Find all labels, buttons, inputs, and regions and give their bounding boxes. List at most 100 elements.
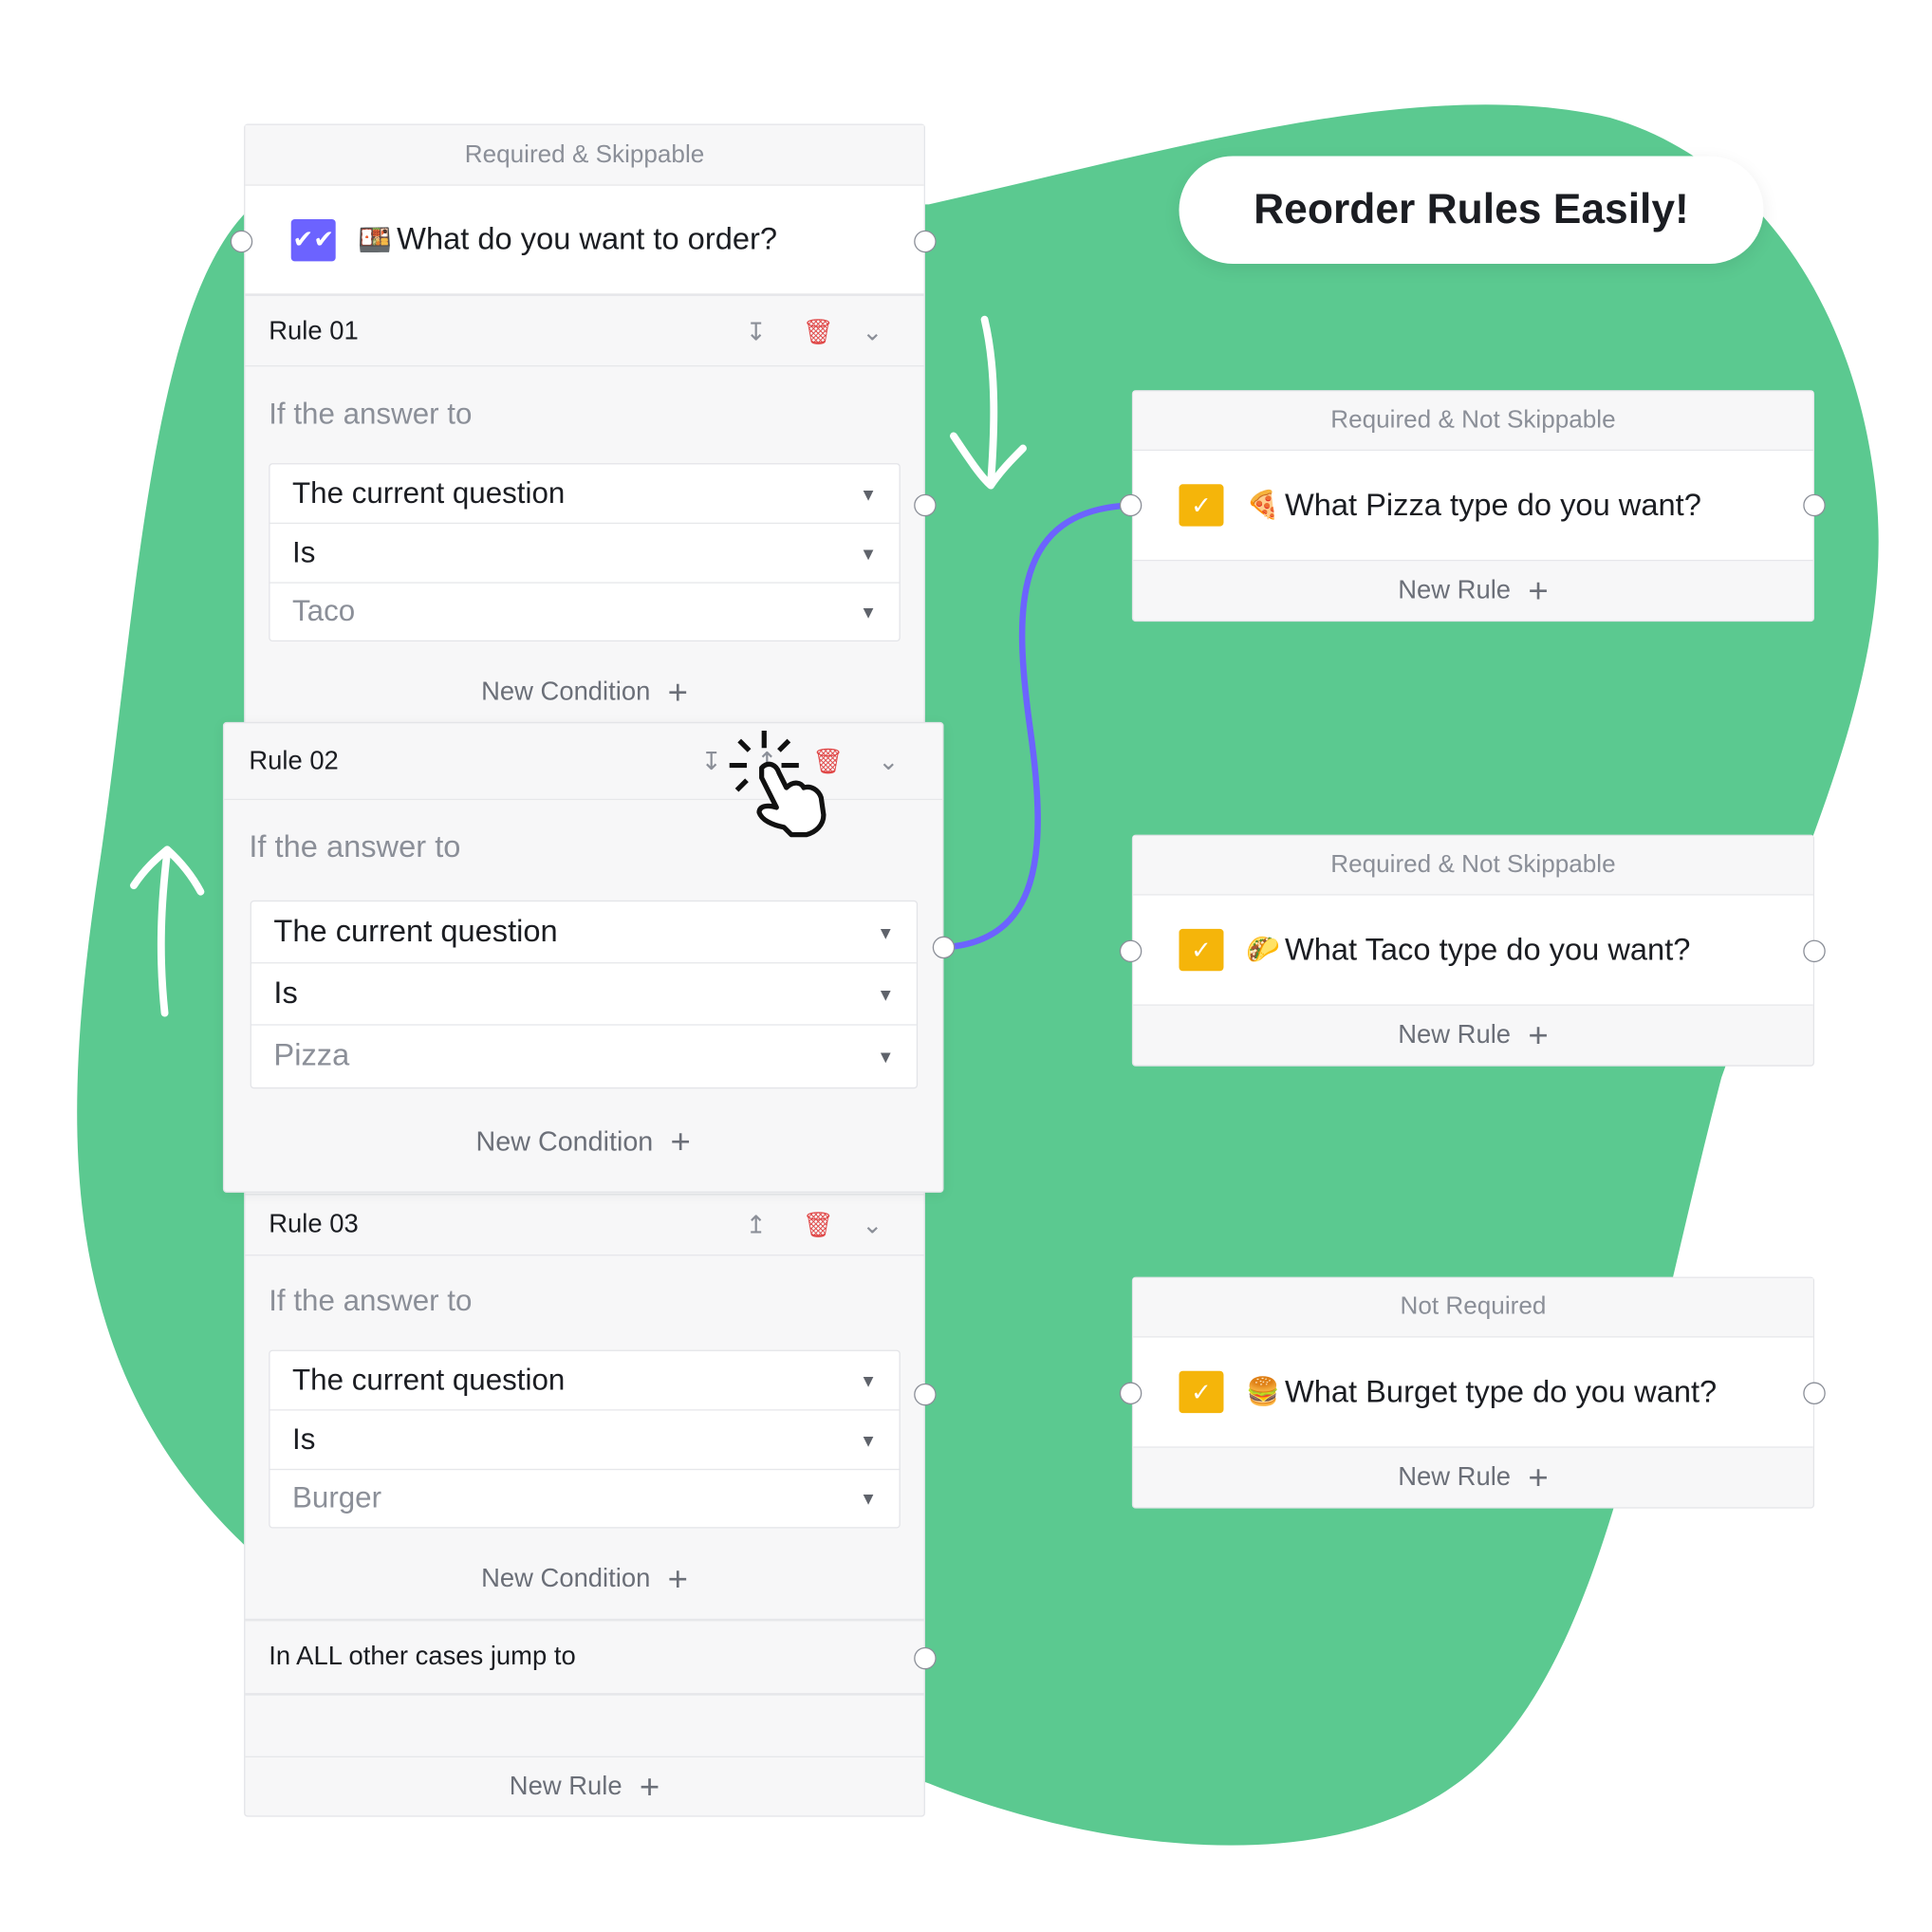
select-value: The current question	[273, 914, 558, 949]
question-select[interactable]: The current question ▼	[251, 901, 917, 964]
value-select[interactable]: Taco ▼	[270, 584, 900, 641]
select-value: Is	[292, 1421, 316, 1457]
operator-select[interactable]: Is ▼	[251, 963, 917, 1026]
delete-icon[interactable]: 🗑	[803, 1209, 834, 1240]
question-text: What Taco type do you want?	[1284, 932, 1691, 967]
input-port[interactable]	[1119, 939, 1142, 963]
checkbox-icon: ✓	[1179, 928, 1224, 972]
move-down-icon[interactable]: ↧	[701, 746, 722, 777]
question-text: What do you want to order?	[397, 221, 778, 257]
question-row[interactable]: ✓ 🌮 What Taco type do you want?	[1133, 895, 1813, 1006]
question-text: What Burget type do you want?	[1284, 1374, 1718, 1409]
output-port[interactable]	[1803, 939, 1826, 963]
question-row[interactable]: ✓ 🍔 What Burget type do you want?	[1133, 1337, 1813, 1448]
dropdown-arrow-icon: ▼	[877, 1046, 895, 1067]
new-rule-button[interactable]: New Rule +	[1133, 561, 1813, 621]
new-rule-label: New Rule	[1398, 1020, 1512, 1050]
condition-group: The current question ▼ Is ▼ Taco ▼	[269, 463, 901, 642]
checkbox-icon: ✓	[1179, 1370, 1224, 1414]
input-port[interactable]	[1119, 1382, 1142, 1405]
dropdown-arrow-icon: ▼	[859, 1488, 878, 1509]
rule-header[interactable]: Rule 03 ↥ 🗑 ⌄	[245, 1195, 924, 1256]
select-value: Burger	[292, 1480, 382, 1515]
rule-01-port[interactable]	[914, 493, 937, 517]
select-value: Pizza	[273, 1037, 350, 1073]
select-value: The current question	[292, 1363, 566, 1397]
new-rule-label: New Rule	[509, 1772, 622, 1801]
new-condition-button[interactable]: New Condition +	[245, 670, 923, 715]
chevron-down-icon[interactable]: ⌄	[862, 316, 882, 347]
select-value: Is	[292, 535, 316, 569]
question-row[interactable]: ✔✔ 🍱 What do you want to order?	[245, 185, 924, 296]
dropdown-arrow-icon: ▼	[859, 602, 878, 622]
dropdown-arrow-icon: ▼	[859, 483, 878, 504]
new-rule-button[interactable]: New Rule +	[245, 1757, 923, 1817]
new-rule-label: New Rule	[1398, 1462, 1512, 1492]
value-select[interactable]: Pizza ▼	[251, 1026, 917, 1087]
move-up-icon[interactable]: ↥	[746, 1209, 767, 1240]
value-select[interactable]: Burger ▼	[270, 1470, 900, 1527]
if-label: If the answer to	[269, 397, 473, 432]
other-cases-row: In ALL other cases jump to	[245, 1618, 924, 1696]
question-text: What Pizza type do you want?	[1284, 487, 1701, 523]
rule-title: Rule 02	[249, 746, 339, 775]
rule-01: Rule 01 ↧ 🗑 ⌄ If the answer to The curre…	[245, 299, 924, 724]
output-port[interactable]	[914, 230, 937, 253]
target-card-burger: Not Required ✓ 🍔 What Burget type do you…	[1131, 1276, 1815, 1509]
plus-icon: +	[1528, 1015, 1549, 1054]
new-rule-button[interactable]: New Rule +	[1133, 1448, 1813, 1508]
if-label: If the answer to	[249, 829, 461, 864]
question-select[interactable]: The current question ▼	[269, 464, 900, 525]
new-condition-label: New Condition	[475, 1125, 654, 1157]
move-down-icon[interactable]: ↧	[746, 316, 767, 347]
pizza-emoji: 🍕	[1245, 489, 1280, 521]
dropdown-arrow-icon: ▼	[877, 921, 895, 942]
output-port[interactable]	[1803, 1382, 1826, 1405]
dropdown-arrow-icon: ▼	[859, 1429, 878, 1450]
burger-emoji: 🍔	[1245, 1375, 1280, 1407]
input-port[interactable]	[1119, 493, 1142, 517]
chevron-down-icon[interactable]: ⌄	[862, 1209, 882, 1240]
banner: Reorder Rules Easily!	[1179, 156, 1764, 264]
question-select[interactable]: The current question ▼	[269, 1351, 900, 1411]
rule-header[interactable]: Rule 01 ↧ 🗑 ⌄	[245, 299, 924, 367]
target-card-taco: Required & Not Skippable ✓ 🌮 What Taco t…	[1131, 834, 1815, 1067]
hand-pointer-icon	[729, 731, 827, 838]
condition-group: The current question ▼ Is ▼ Pizza ▼	[250, 900, 919, 1089]
rule-03-port[interactable]	[914, 1383, 937, 1406]
dropdown-arrow-icon: ▼	[877, 983, 895, 1004]
card-header: Required & Not Skippable	[1133, 835, 1813, 896]
new-condition-label: New Condition	[481, 1564, 651, 1593]
taco-emoji: 🌮	[1245, 934, 1280, 965]
card-header: Required & Skippable	[245, 124, 924, 186]
delete-icon[interactable]: 🗑	[803, 316, 834, 347]
plus-icon: +	[670, 1122, 691, 1161]
condition-group: The current question ▼ Is ▼ Burger ▼	[269, 1349, 901, 1529]
rule-title: Rule 01	[269, 317, 359, 346]
output-port[interactable]	[1803, 493, 1826, 517]
target-card-pizza: Required & Not Skippable ✓ 🍕 What Pizza …	[1131, 390, 1815, 622]
chevron-down-icon[interactable]: ⌄	[878, 746, 899, 777]
new-rule-button[interactable]: New Rule +	[1133, 1006, 1813, 1066]
new-condition-button[interactable]: New Condition +	[245, 1557, 923, 1602]
new-condition-label: New Condition	[481, 677, 651, 706]
question-row[interactable]: ✓ 🍕 What Pizza type do you want?	[1133, 451, 1813, 562]
select-value: The current question	[292, 475, 566, 511]
plus-icon: +	[667, 672, 688, 712]
bento-emoji: 🍱	[358, 223, 392, 255]
select-value: Taco	[292, 594, 356, 628]
plus-icon: +	[639, 1767, 660, 1806]
plus-icon: +	[667, 1559, 688, 1598]
input-port[interactable]	[230, 230, 253, 253]
new-rule-label: New Rule	[1398, 575, 1512, 604]
other-cases-port[interactable]	[914, 1646, 937, 1670]
operator-select[interactable]: Is ▼	[269, 1411, 900, 1471]
select-value: Is	[273, 975, 298, 1011]
operator-select[interactable]: Is ▼	[269, 524, 900, 584]
double-check-icon: ✔✔	[290, 218, 336, 261]
other-cases-label: In ALL other cases jump to	[269, 1642, 576, 1671]
plus-icon: +	[1528, 570, 1549, 610]
new-condition-button[interactable]: New Condition +	[224, 1120, 942, 1164]
rule-02-port[interactable]	[932, 936, 956, 959]
card-header: Required & Not Skippable	[1133, 391, 1813, 452]
